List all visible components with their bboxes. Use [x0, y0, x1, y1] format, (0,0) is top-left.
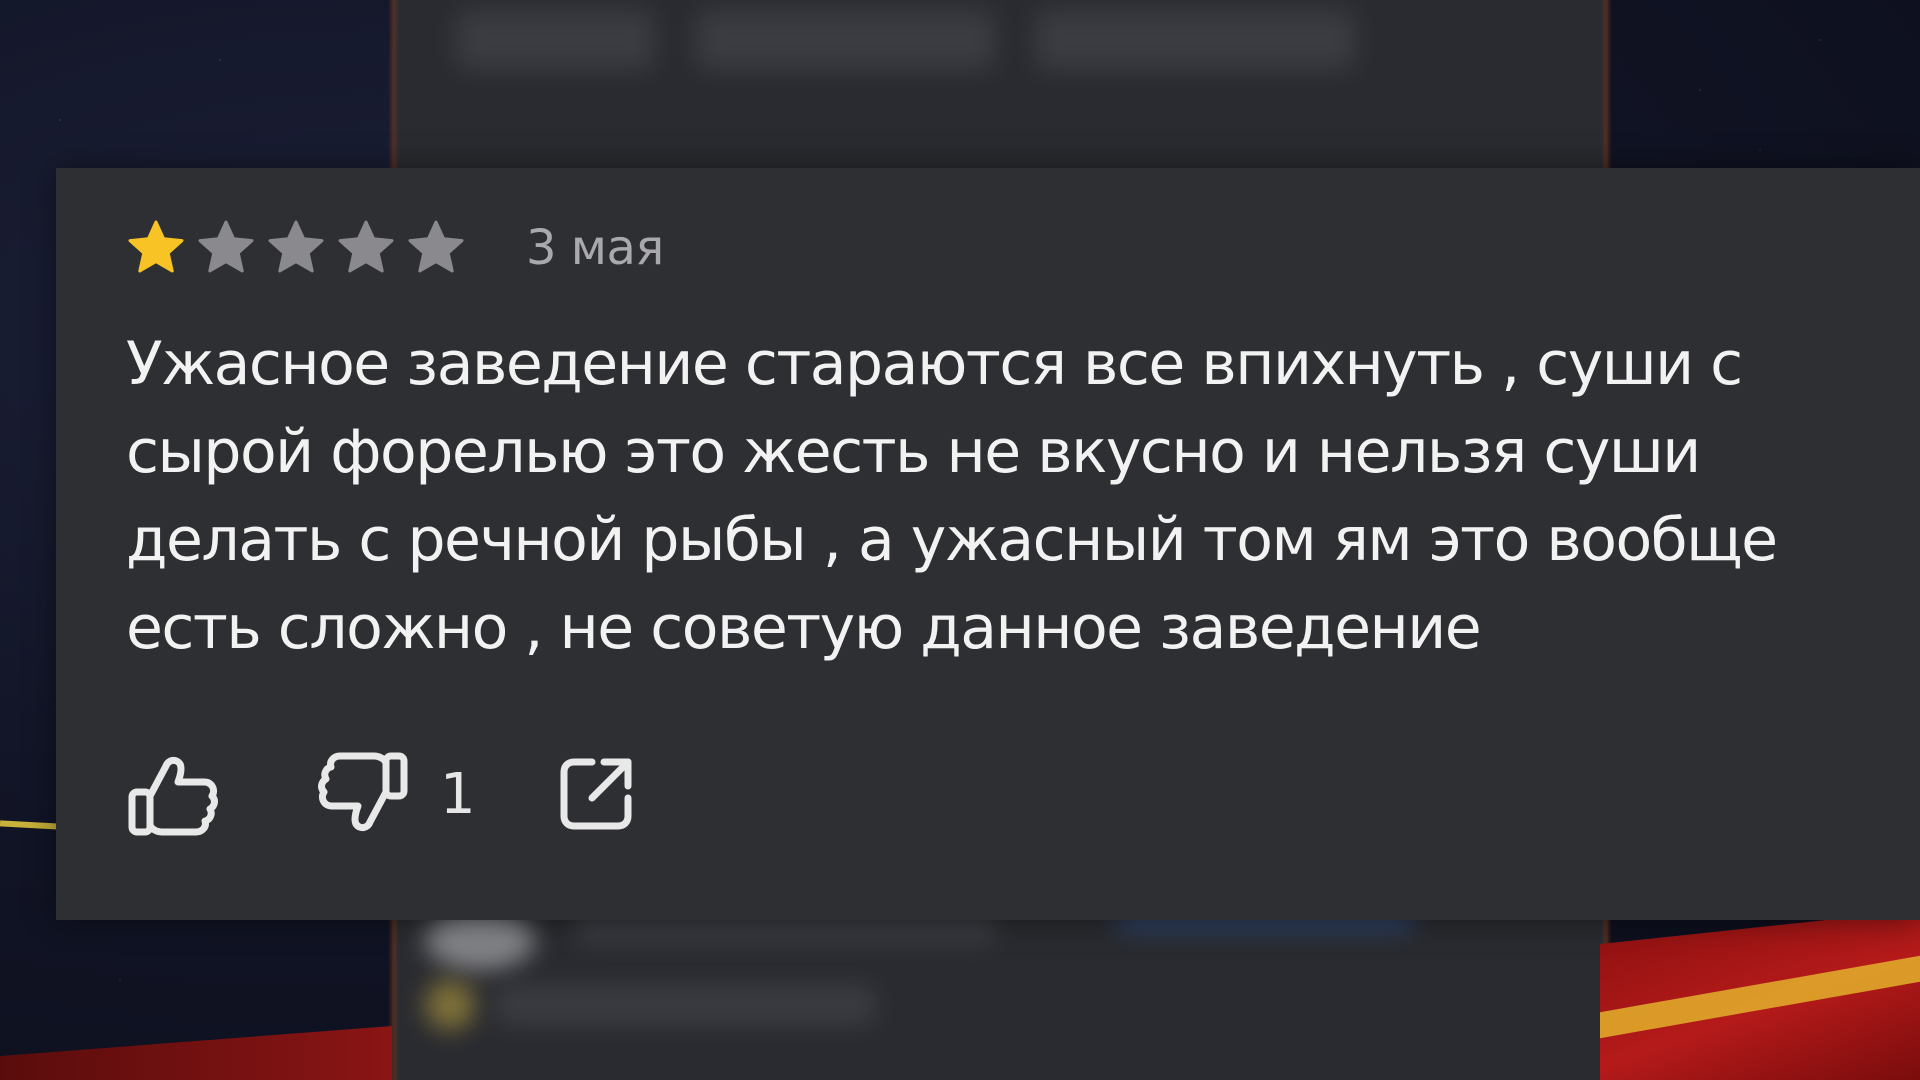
background-blurred-star	[425, 980, 475, 1030]
background-blurred-tab	[695, 10, 995, 70]
thumbs-down-icon	[318, 748, 410, 840]
dislike-button[interactable]: 1	[318, 748, 476, 840]
share-icon	[554, 752, 638, 836]
star-empty-icon	[196, 218, 256, 278]
star-filled-icon	[126, 218, 186, 278]
dislike-count: 1	[440, 761, 476, 827]
review-card: 3 мая Ужасное заведение стараются все вп…	[56, 168, 1920, 920]
star-empty-icon	[406, 218, 466, 278]
screen: 3 мая Ужасное заведение стараются все вп…	[0, 0, 1920, 1080]
star-empty-icon	[336, 218, 396, 278]
background-blurred-tab	[455, 10, 655, 70]
review-actions: 1	[126, 748, 638, 840]
star-empty-icon	[266, 218, 326, 278]
like-button[interactable]	[126, 748, 218, 840]
rating-stars	[126, 218, 466, 278]
background-blurred-line	[495, 985, 875, 1025]
thumbs-up-icon	[126, 748, 218, 840]
review-text: Ужасное заведение стараются все впихнуть…	[126, 329, 1778, 663]
background-blurred-tab	[1035, 10, 1355, 70]
review-date: 3 мая	[526, 220, 664, 276]
share-button[interactable]	[554, 752, 638, 836]
review-header: 3 мая	[126, 218, 664, 278]
